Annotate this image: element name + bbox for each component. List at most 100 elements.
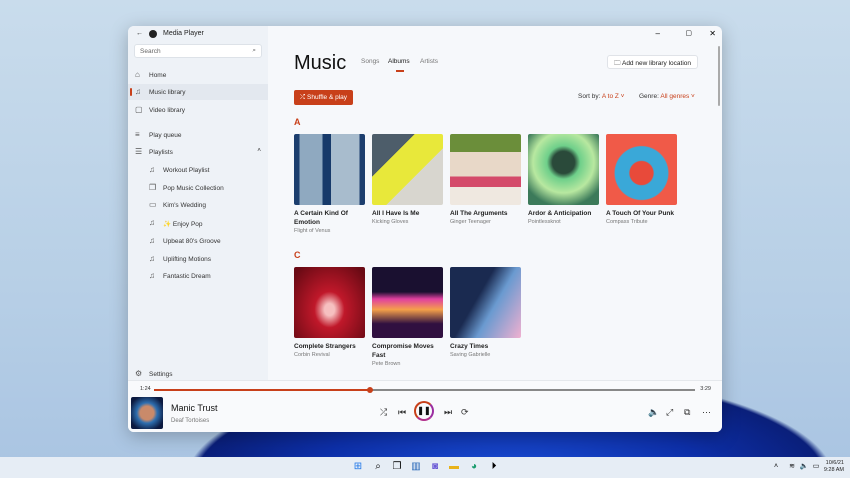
search-icon: ⌕ (252, 47, 256, 54)
taskbar: ⊞ ⌕ ❐ ▥ ◙ ▬ ◕ ⏵ ˄ ≋ 🔈 ▭ 10/6/21 9:28 AM (0, 457, 850, 478)
label: ✨ Enjoy Pop (163, 221, 203, 228)
app-logo-icon (149, 30, 157, 38)
start-icon[interactable]: ⊞ (352, 461, 364, 473)
label: Upbeat 80's Groove (163, 238, 221, 245)
tab-albums[interactable]: Albums (388, 58, 410, 72)
album-card[interactable]: All The Arguments Ginger Teenager (450, 134, 521, 225)
music-note-icon: ♫ (149, 271, 155, 280)
sidebar-item-playlists[interactable]: ☰ Playlists ˄ (128, 144, 268, 160)
playlist-item[interactable]: ♫ Upbeat 80's Groove (128, 233, 268, 249)
sort-dropdown[interactable]: Sort by: A to Z ˅ (578, 93, 624, 100)
search-icon[interactable]: ⌕ (372, 461, 384, 473)
seek-handle[interactable] (367, 387, 374, 393)
clock[interactable]: 10/6/21 9:28 AM (824, 460, 844, 474)
label: Workout Playlist (163, 167, 210, 174)
label: Play queue (149, 132, 182, 139)
more-button[interactable]: ⋯ (702, 407, 711, 418)
fullscreen-button[interactable]: ⤢ (666, 407, 673, 418)
media-player-taskbar-icon[interactable]: ⏵ (488, 461, 500, 473)
sidebar-item-music-library[interactable]: ♫ Music library (128, 84, 268, 100)
album-cover (372, 134, 443, 205)
edge-icon[interactable]: ◕ (468, 461, 480, 473)
previous-button[interactable]: ⏮ (398, 407, 406, 418)
playlist-item[interactable]: ▭ Kim's Wedding (128, 197, 268, 213)
album-card[interactable]: Compromise Moves Fast Pete Brown (372, 267, 443, 367)
shuffle-play-button[interactable]: ⤮ Shuffle & play (294, 90, 354, 105)
chat-icon[interactable]: ◙ (429, 461, 441, 473)
label: Fantastic Dream (163, 273, 211, 280)
close-button[interactable]: ✕ (709, 29, 716, 38)
minimize-button[interactable]: – (656, 29, 660, 38)
album-artist: Corbin Revival (294, 352, 330, 358)
track-artist: Deaf Tortoises (171, 418, 210, 424)
sidebar-item-home[interactable]: ⌂ Home (128, 67, 268, 83)
music-note-icon: ♫ (149, 165, 155, 174)
album-artist: Pointlessknot (528, 219, 561, 225)
album-artist: Pete Brown (372, 361, 401, 367)
home-icon: ⌂ (135, 70, 140, 79)
add-library-location-button[interactable]: 🗀 Add new library location (607, 55, 698, 69)
miniplayer-button[interactable]: ⧉ (684, 407, 690, 418)
volume-icon[interactable]: 🔈 (798, 461, 810, 473)
album-card[interactable]: A Touch Of Your Punk Compass Tribute (606, 134, 677, 225)
album-artist: Kicking Gloves (372, 219, 409, 225)
maximize-button[interactable]: ▢ (685, 29, 692, 37)
elapsed-time: 1:24 (140, 386, 151, 392)
wifi-icon[interactable]: ≋ (786, 461, 798, 473)
video-icon: ▢ (135, 105, 143, 114)
playlist-item[interactable]: ❐ Pop Music Collection (128, 180, 268, 196)
label: Home (149, 72, 167, 79)
label: Uplifting Motions (163, 256, 212, 263)
label: Kim's Wedding (163, 202, 207, 209)
album-card[interactable]: Ardor & Anticipation Pointlessknot (528, 134, 599, 225)
scrollbar[interactable] (718, 46, 720, 106)
sidebar: ← Media Player Search ⌕ ⌂ Home ♫ Music libr… (128, 26, 268, 380)
page-title: Music (294, 52, 347, 74)
tab-songs[interactable]: Songs (361, 58, 379, 65)
next-button[interactable]: ⏭ (444, 407, 452, 418)
back-icon[interactable]: ← (136, 30, 143, 37)
tab-artists[interactable]: Artists (420, 58, 438, 65)
value: A to Z (601, 93, 619, 100)
label: Shuffle & play (307, 94, 348, 101)
chevron-up-icon[interactable]: ˄ (257, 147, 261, 154)
music-note-icon: ♫ (149, 254, 155, 263)
label: Playlists (149, 149, 173, 156)
playlist-item[interactable]: ♫ Fantastic Dream (128, 268, 268, 284)
player-bar: 1:24 3:29 Manic Trust Deaf Tortoises ⤮ ⏮… (128, 380, 722, 432)
album-cover (294, 134, 365, 205)
sidebar-item-video-library[interactable]: ▢ Video library (128, 102, 268, 118)
album-card[interactable]: All I Have Is Me Kicking Gloves (372, 134, 443, 225)
album-card[interactable]: A Certain Kind Of Emotion Flight of Venus (294, 134, 365, 234)
volume-button[interactable]: 🔈 (648, 407, 659, 418)
duration: 3:29 (700, 386, 711, 392)
search-placeholder: Search (140, 48, 161, 55)
album-artist: Ginger Teenager (450, 219, 491, 225)
playlist-item[interactable]: ♫ Uplifting Motions (128, 251, 268, 267)
seek-slider[interactable] (154, 387, 695, 393)
album-title: All The Arguments (450, 210, 508, 217)
playlist-item[interactable]: ♫ Workout Playlist (128, 162, 268, 178)
album-title: Ardor & Anticipation (528, 210, 592, 217)
file-explorer-icon[interactable]: ▬ (448, 461, 460, 473)
shuffle-button[interactable]: ⤮ (380, 407, 387, 418)
playlist-item[interactable]: ♫ ✨ Enjoy Pop (128, 215, 268, 231)
battery-icon[interactable]: ▭ (810, 461, 822, 473)
widgets-icon[interactable]: ▥ (410, 461, 422, 473)
label: Pop Music Collection (163, 185, 224, 192)
album-card[interactable]: Complete Strangers Corbin Revival (294, 267, 365, 358)
chevron-down-icon: ˅ (691, 93, 695, 100)
album-cover (528, 134, 599, 205)
album-card[interactable]: Crazy Times Saving Gabrielle (450, 267, 521, 358)
album-icon: ▭ (149, 200, 157, 209)
genre-dropdown[interactable]: Genre: All genres ˅ (639, 93, 695, 100)
pause-button[interactable]: ❚❚ (414, 401, 434, 421)
album-artist: Flight of Venus (294, 228, 331, 234)
repeat-button[interactable]: ⟳ (461, 407, 469, 418)
media-player-window: ← Media Player Search ⌕ ⌂ Home ♫ Music libr… (128, 26, 722, 432)
sidebar-item-play-queue[interactable]: ≡ Play queue (128, 127, 268, 143)
search-input[interactable]: Search ⌕ (134, 44, 262, 58)
album-cover (372, 267, 443, 338)
task-view-icon[interactable]: ❐ (391, 461, 403, 473)
chevron-up-icon[interactable]: ˄ (770, 461, 782, 473)
